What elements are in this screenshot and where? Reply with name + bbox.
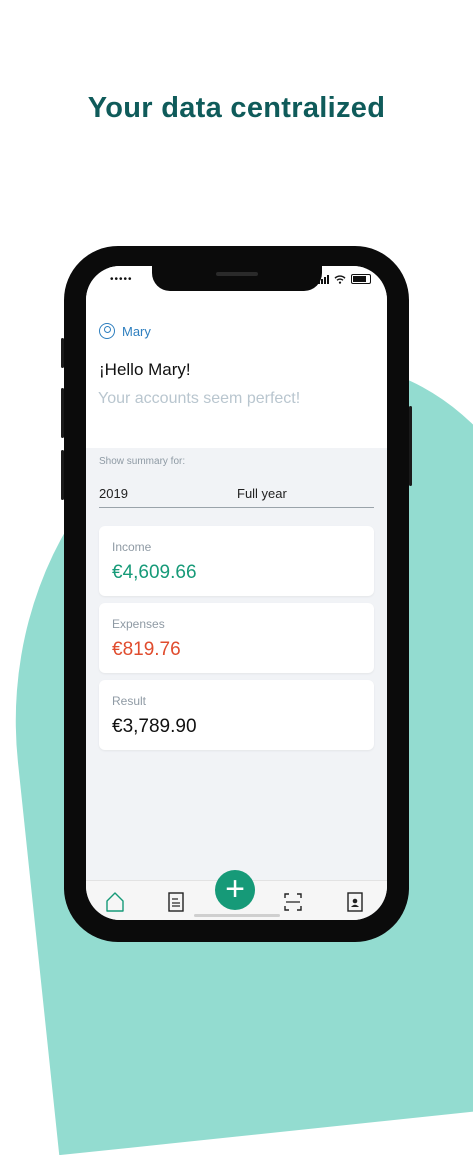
- card-value: €4,609.66: [112, 562, 197, 583]
- add-button[interactable]: +: [215, 870, 255, 910]
- period-selector[interactable]: 2019 Full year: [99, 478, 374, 508]
- summary-label: Show summary for:: [99, 456, 186, 467]
- wifi-icon: [334, 274, 346, 284]
- phone-screen: ••••• Mary ¡Hello Mary! Your accounts se…: [86, 266, 387, 920]
- home-indicator: [194, 914, 280, 917]
- scan-icon[interactable]: [283, 891, 303, 913]
- power-button: [409, 406, 412, 486]
- card-label: Result: [112, 694, 147, 708]
- result-card[interactable]: Result €3,789.90: [99, 680, 374, 750]
- user-profile[interactable]: Mary: [99, 323, 151, 339]
- documents-icon[interactable]: [166, 891, 186, 913]
- volume-down-button: [61, 450, 64, 500]
- battery-icon: [351, 274, 371, 284]
- notch: [152, 266, 322, 291]
- signal-dots: •••••: [110, 274, 133, 285]
- user-icon: [99, 323, 115, 339]
- expenses-card[interactable]: Expenses €819.76: [99, 603, 374, 673]
- income-card[interactable]: Income €4,609.66: [99, 526, 374, 596]
- volume-up-button: [61, 388, 64, 438]
- user-name: Mary: [122, 323, 151, 339]
- year-select[interactable]: 2019: [99, 486, 128, 501]
- status-message: Your accounts seem perfect!: [98, 390, 301, 407]
- phone-frame: ••••• Mary ¡Hello Mary! Your accounts se…: [61, 246, 412, 942]
- card-value: €3,789.90: [112, 716, 197, 737]
- card-value: €819.76: [112, 639, 181, 660]
- greeting: ¡Hello Mary!: [99, 360, 191, 379]
- status-icons: [318, 274, 371, 284]
- home-icon[interactable]: [105, 891, 125, 913]
- card-label: Expenses: [112, 617, 165, 631]
- period-select[interactable]: Full year: [237, 486, 287, 501]
- mute-button: [61, 338, 64, 368]
- speaker: [216, 272, 258, 276]
- contacts-icon[interactable]: [345, 891, 365, 913]
- card-label: Income: [112, 540, 152, 554]
- page-headline: Your data centralized: [87, 92, 386, 124]
